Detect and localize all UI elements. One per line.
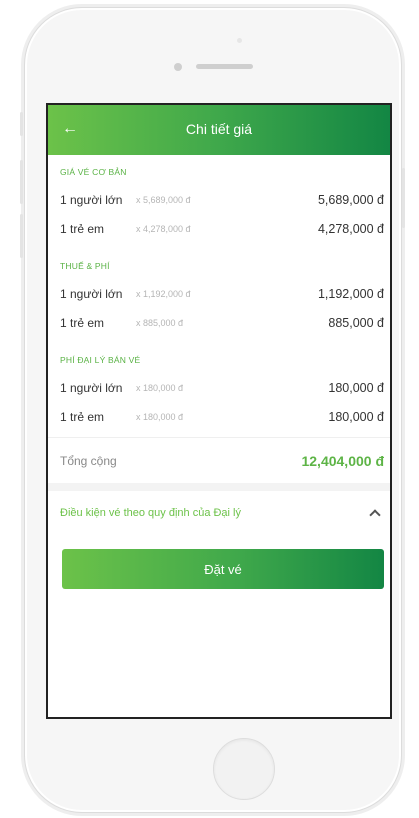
power-button: [402, 168, 405, 228]
front-camera: [174, 63, 182, 71]
volume-down-button: [20, 214, 23, 258]
row-label: 1 trẻ em: [60, 315, 105, 330]
page-title: Chi tiết giá: [185, 121, 253, 137]
conditions-toggle[interactable]: Điều kiện vé theo quy định của Đại lý: [48, 491, 390, 535]
row-amount: 885,000 đ: [328, 315, 384, 330]
row-amount: 1,192,000 đ: [317, 286, 384, 301]
chevron-up-icon[interactable]: [368, 506, 382, 520]
row-calc: x 885,000 đ: [136, 317, 184, 328]
proximity-sensor: [237, 38, 242, 43]
price-row: 1 người lớn x 180,000 đ 180,000 đ: [48, 373, 390, 402]
row-calc: x 4,278,000 đ: [136, 223, 191, 234]
row-amount: 4,278,000 đ: [317, 221, 384, 236]
row-label: 1 người lớn: [60, 380, 123, 395]
row-amount: 180,000 đ: [328, 380, 384, 395]
price-row: 1 người lớn x 5,689,000 đ 5,689,000 đ: [48, 185, 390, 214]
price-row: 1 trẻ em x 4,278,000 đ 4,278,000 đ: [48, 214, 390, 243]
section-title: PHÍ ĐẠI LÝ BÁN VÉ: [60, 355, 141, 365]
home-button[interactable]: [213, 738, 275, 800]
row-label: 1 người lớn: [60, 286, 123, 301]
section-divider: [48, 483, 390, 491]
price-sections: GIÁ VÉ CƠ BẢN 1 người lớn x 5,689,000 đ …: [48, 155, 390, 431]
app-screen: ← Chi tiết giá GIÁ VÉ CƠ BẢN 1 người lớn…: [46, 103, 392, 719]
total-row: Tổng cộng 12,404,000 đ: [48, 437, 390, 483]
book-ticket-button[interactable]: Đặt vé: [62, 549, 384, 589]
section-title: GIÁ VÉ CƠ BẢN: [60, 167, 127, 177]
row-label: 1 trẻ em: [60, 409, 105, 424]
mute-switch: [20, 112, 23, 136]
app-header: ← Chi tiết giá: [48, 105, 390, 155]
row-calc: x 1,192,000 đ: [136, 288, 191, 299]
book-button-label: Đặt vé: [204, 561, 242, 577]
row-amount: 180,000 đ: [328, 409, 384, 424]
price-row: 1 trẻ em x 885,000 đ 885,000 đ: [48, 308, 390, 337]
row-calc: x 180,000 đ: [136, 411, 184, 422]
price-row: 1 người lớn x 1,192,000 đ 1,192,000 đ: [48, 279, 390, 308]
row-label: 1 người lớn: [60, 192, 123, 207]
earpiece-speaker: [196, 64, 253, 69]
total-amount: 12,404,000 đ: [301, 452, 384, 469]
status-bar: [48, 105, 390, 115]
volume-up-button: [20, 160, 23, 204]
row-amount: 5,689,000 đ: [317, 192, 384, 207]
price-row: 1 trẻ em x 180,000 đ 180,000 đ: [48, 402, 390, 431]
row-label: 1 trẻ em: [60, 221, 105, 236]
conditions-label: Điều kiện vé theo quy định của Đại lý: [60, 507, 241, 519]
row-calc: x 180,000 đ: [136, 382, 184, 393]
row-calc: x 5,689,000 đ: [136, 194, 191, 205]
total-label: Tổng cộng: [60, 453, 117, 468]
section-title: THUẾ & PHÍ: [60, 261, 110, 271]
